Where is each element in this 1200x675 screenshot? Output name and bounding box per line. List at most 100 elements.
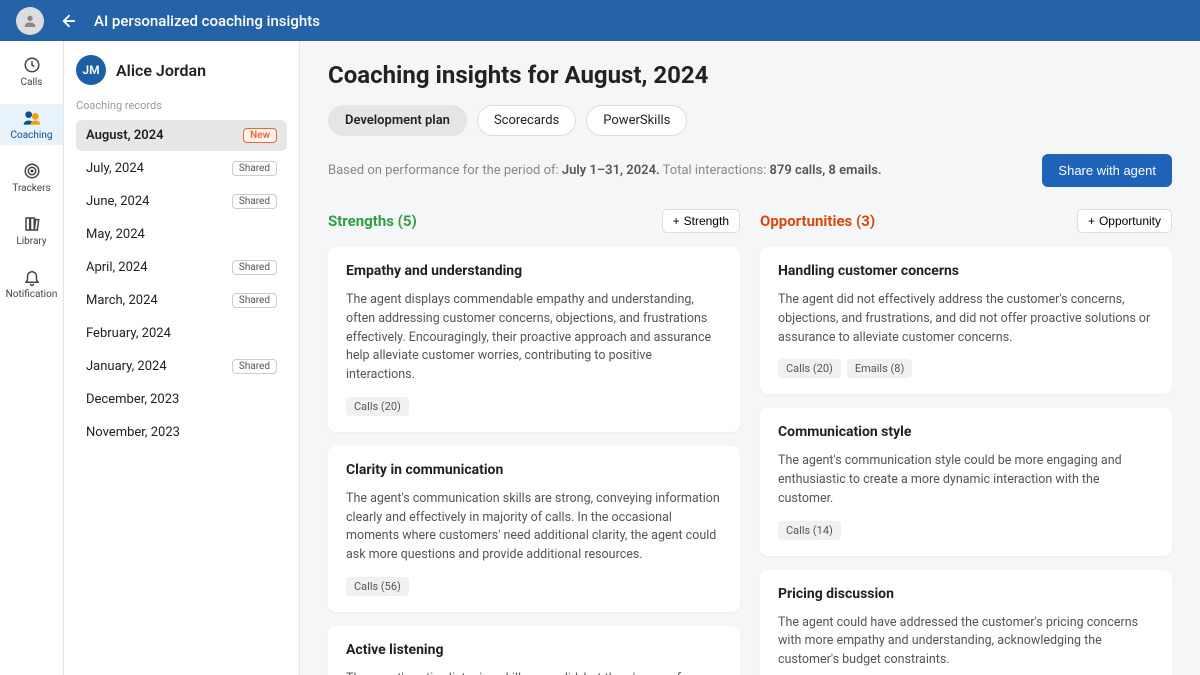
card-title: Pricing discussion [778,586,1154,602]
card-body: The agent could have addressed the custo… [778,614,1154,670]
evidence-chip[interactable]: Calls (20) [778,359,841,378]
record-month: December, 2023 [86,392,179,407]
record-badge: Shared [232,260,277,275]
rail-label: Coaching [11,130,53,141]
meta-interactions-prefix: Total interactions: [660,163,770,178]
card-body: The agent did not effectively address th… [778,291,1154,347]
add-strength-label: Strength [684,214,729,228]
record-item[interactable]: April, 2024 Shared [76,252,287,283]
bell-icon [22,267,42,287]
rail-item-trackers[interactable]: Trackers [0,157,63,198]
add-strength-button[interactable]: + Strength [662,209,740,233]
record-month: January, 2024 [86,359,167,374]
target-icon [22,161,42,181]
nav-rail: Calls Coaching Trackers Library Notification [0,41,64,675]
card-chips: Calls (14) [778,521,1154,540]
agent-avatar: JM [76,55,106,85]
add-opportunity-label: Opportunity [1099,214,1161,228]
tab-powerskills[interactable]: PowerSkills [586,105,687,136]
record-month: August, 2024 [86,128,164,143]
record-month: April, 2024 [86,260,148,275]
record-item[interactable]: August, 2024 New [76,120,287,151]
rail-label: Trackers [12,183,50,194]
strengths-title: Strengths (5) [328,212,417,230]
evidence-chip[interactable]: Calls (56) [346,577,409,596]
opportunities-title: Opportunities (3) [760,212,875,230]
strengths-column: Strengths (5) + Strength Empathy and und… [328,209,740,675]
opportunities-column: Opportunities (3) + Opportunity Handling… [760,209,1172,675]
rail-label: Calls [21,77,43,88]
record-item[interactable]: May, 2024 [76,219,287,250]
card-title: Handling customer concerns [778,263,1154,279]
rail-item-calls[interactable]: Calls [0,51,63,92]
card-body: The agent displays commendable empathy a… [346,291,722,385]
plus-icon: + [673,214,680,228]
topbar: AI personalized coaching insights [0,0,1200,41]
rail-item-library[interactable]: Library [0,210,63,251]
record-badge: Shared [232,194,277,209]
rail-label: Notification [6,289,58,300]
strength-card[interactable]: Clarity in communication The agent's comm… [328,446,740,612]
record-month: February, 2024 [86,326,171,341]
plus-icon: + [1088,214,1095,228]
meta-period: July 1–31, 2024. [562,163,660,178]
records-section-label: Coaching records [76,99,287,112]
meta-prefix: Based on performance for the period of: [328,163,562,178]
rail-item-coaching[interactable]: Coaching [0,104,63,145]
columns: Strengths (5) + Strength Empathy and und… [328,209,1172,675]
page-title: Coaching insights for August, 2024 [328,61,1172,89]
agent-row[interactable]: JM Alice Jordan [76,55,287,85]
meta-text: Based on performance for the period of: … [328,163,882,178]
strength-card[interactable]: Active listeningThe agent's active liste… [328,626,740,675]
person-icon [22,13,38,29]
opportunities-header: Opportunities (3) + Opportunity [760,209,1172,233]
record-badge: Shared [232,359,277,374]
share-button[interactable]: Share with agent [1042,154,1172,187]
arrow-left-icon [60,12,78,30]
meta-interactions: 879 calls, 8 emails. [770,163,882,178]
strengths-header: Strengths (5) + Strength [328,209,740,233]
record-month: June, 2024 [86,194,149,209]
topbar-title: AI personalized coaching insights [94,12,320,30]
add-opportunity-button[interactable]: + Opportunity [1077,209,1172,233]
record-item[interactable]: July, 2024 Shared [76,153,287,184]
card-chips: Calls (20) Emails (8) [778,359,1154,378]
main-content: Coaching insights for August, 2024 Devel… [300,41,1200,675]
evidence-chip[interactable]: Emails (8) [847,359,912,378]
record-month: March, 2024 [86,293,158,308]
record-item[interactable]: February, 2024 [76,318,287,349]
back-button[interactable] [60,12,78,30]
strength-card[interactable]: Empathy and understandingThe agent displ… [328,247,740,432]
record-badge: New [243,128,277,143]
card-body: The agent's active listening skills are … [346,670,722,675]
record-month: November, 2023 [86,425,180,440]
user-avatar[interactable] [16,7,44,35]
record-badge: Shared [232,293,277,308]
card-title: Clarity in communication [346,462,722,478]
tabs: Development plan Scorecards PowerSkills [328,105,1172,136]
agent-name: Alice Jordan [116,61,206,80]
record-item[interactable]: March, 2024 Shared [76,285,287,316]
opportunity-card[interactable]: Pricing discussion The agent could have a… [760,570,1172,675]
record-item[interactable]: November, 2023 [76,417,287,448]
card-body: The agent's communication skills are str… [346,490,722,565]
rail-item-notification[interactable]: Notification [0,263,63,304]
rail-label: Library [16,236,46,247]
record-badge: Shared [232,161,277,176]
tab-scorecards[interactable]: Scorecards [477,105,576,136]
card-chips: Calls (56) [346,577,722,596]
opportunity-card[interactable]: Communication style The agent's communica… [760,408,1172,555]
sidebar: JM Alice Jordan Coaching records August,… [64,41,300,675]
card-title: Communication style [778,424,1154,440]
opportunity-card[interactable]: Handling customer concerns The agent did … [760,247,1172,394]
record-item[interactable]: June, 2024 Shared [76,186,287,217]
evidence-chip[interactable]: Calls (20) [346,397,409,416]
evidence-chip[interactable]: Calls (14) [778,521,841,540]
card-body: The agent's communication style could be… [778,452,1154,508]
record-month: May, 2024 [86,227,145,242]
tab-development-plan[interactable]: Development plan [328,105,467,136]
record-item[interactable]: January, 2024 Shared [76,351,287,382]
record-month: July, 2024 [86,161,144,176]
records-list: August, 2024NewJuly, 2024SharedJune, 202… [76,120,287,448]
record-item[interactable]: December, 2023 [76,384,287,415]
